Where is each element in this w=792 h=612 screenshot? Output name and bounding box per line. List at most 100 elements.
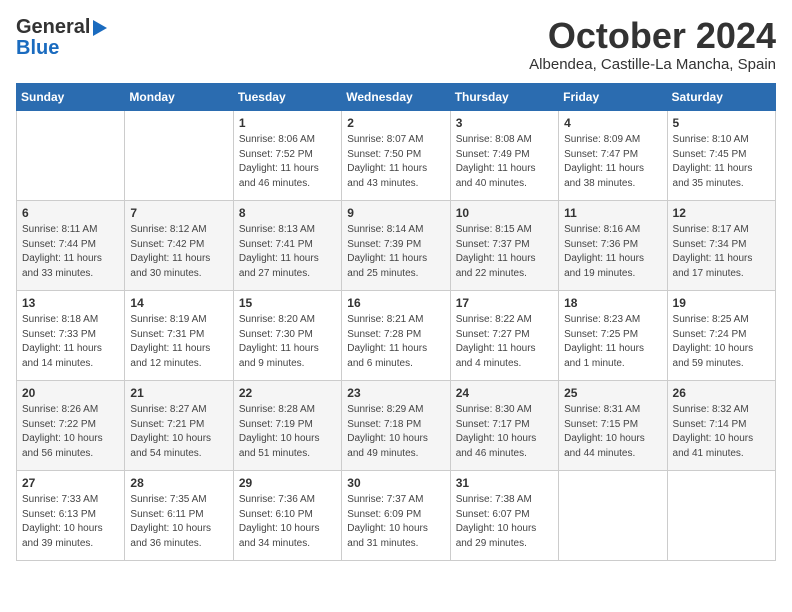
calendar-cell: 2Sunrise: 8:07 AM Sunset: 7:50 PM Daylig…	[342, 110, 450, 200]
day-number: 16	[347, 295, 444, 312]
day-number: 21	[130, 385, 227, 402]
calendar-cell	[559, 470, 667, 560]
day-number: 3	[456, 115, 553, 132]
day-number: 27	[22, 475, 119, 492]
day-number: 2	[347, 115, 444, 132]
day-number: 4	[564, 115, 661, 132]
header-day-wednesday: Wednesday	[342, 83, 450, 110]
calendar-cell: 14Sunrise: 8:19 AM Sunset: 7:31 PM Dayli…	[125, 290, 233, 380]
day-info: Sunrise: 8:28 AM Sunset: 7:19 PM Dayligh…	[239, 403, 336, 461]
calendar-cell: 5Sunrise: 8:10 AM Sunset: 7:45 PM Daylig…	[667, 110, 775, 200]
day-info: Sunrise: 8:13 AM Sunset: 7:41 PM Dayligh…	[239, 223, 336, 281]
calendar-cell: 22Sunrise: 8:28 AM Sunset: 7:19 PM Dayli…	[233, 380, 341, 470]
location-title: Albendea, Castille-La Mancha, Spain	[529, 56, 776, 73]
day-info: Sunrise: 8:22 AM Sunset: 7:27 PM Dayligh…	[456, 313, 553, 371]
calendar: SundayMondayTuesdayWednesdayThursdayFrid…	[16, 83, 776, 561]
calendar-cell: 31Sunrise: 7:38 AM Sunset: 6:07 PM Dayli…	[450, 470, 558, 560]
day-number: 12	[673, 205, 770, 222]
calendar-cell: 16Sunrise: 8:21 AM Sunset: 7:28 PM Dayli…	[342, 290, 450, 380]
day-info: Sunrise: 8:18 AM Sunset: 7:33 PM Dayligh…	[22, 313, 119, 371]
day-number: 11	[564, 205, 661, 222]
day-info: Sunrise: 8:29 AM Sunset: 7:18 PM Dayligh…	[347, 403, 444, 461]
logo: General Blue	[16, 16, 108, 60]
day-info: Sunrise: 8:20 AM Sunset: 7:30 PM Dayligh…	[239, 313, 336, 371]
day-number: 28	[130, 475, 227, 492]
day-number: 15	[239, 295, 336, 312]
day-info: Sunrise: 8:08 AM Sunset: 7:49 PM Dayligh…	[456, 133, 553, 191]
calendar-cell: 4Sunrise: 8:09 AM Sunset: 7:47 PM Daylig…	[559, 110, 667, 200]
day-info: Sunrise: 8:31 AM Sunset: 7:15 PM Dayligh…	[564, 403, 661, 461]
day-info: Sunrise: 8:10 AM Sunset: 7:45 PM Dayligh…	[673, 133, 770, 191]
day-info: Sunrise: 8:12 AM Sunset: 7:42 PM Dayligh…	[130, 223, 227, 281]
calendar-cell: 24Sunrise: 8:30 AM Sunset: 7:17 PM Dayli…	[450, 380, 558, 470]
day-number: 31	[456, 475, 553, 492]
day-info: Sunrise: 7:38 AM Sunset: 6:07 PM Dayligh…	[456, 493, 553, 551]
calendar-cell: 23Sunrise: 8:29 AM Sunset: 7:18 PM Dayli…	[342, 380, 450, 470]
day-info: Sunrise: 8:07 AM Sunset: 7:50 PM Dayligh…	[347, 133, 444, 191]
day-number: 14	[130, 295, 227, 312]
header-day-monday: Monday	[125, 83, 233, 110]
calendar-cell: 19Sunrise: 8:25 AM Sunset: 7:24 PM Dayli…	[667, 290, 775, 380]
calendar-cell: 9Sunrise: 8:14 AM Sunset: 7:39 PM Daylig…	[342, 200, 450, 290]
calendar-cell	[667, 470, 775, 560]
day-number: 7	[130, 205, 227, 222]
calendar-cell: 1Sunrise: 8:06 AM Sunset: 7:52 PM Daylig…	[233, 110, 341, 200]
calendar-cell: 7Sunrise: 8:12 AM Sunset: 7:42 PM Daylig…	[125, 200, 233, 290]
calendar-cell: 17Sunrise: 8:22 AM Sunset: 7:27 PM Dayli…	[450, 290, 558, 380]
day-info: Sunrise: 8:06 AM Sunset: 7:52 PM Dayligh…	[239, 133, 336, 191]
day-info: Sunrise: 8:19 AM Sunset: 7:31 PM Dayligh…	[130, 313, 227, 371]
calendar-cell: 28Sunrise: 7:35 AM Sunset: 6:11 PM Dayli…	[125, 470, 233, 560]
calendar-cell: 20Sunrise: 8:26 AM Sunset: 7:22 PM Dayli…	[17, 380, 125, 470]
day-info: Sunrise: 8:30 AM Sunset: 7:17 PM Dayligh…	[456, 403, 553, 461]
calendar-cell: 26Sunrise: 8:32 AM Sunset: 7:14 PM Dayli…	[667, 380, 775, 470]
day-number: 23	[347, 385, 444, 402]
day-info: Sunrise: 8:15 AM Sunset: 7:37 PM Dayligh…	[456, 223, 553, 281]
day-info: Sunrise: 8:09 AM Sunset: 7:47 PM Dayligh…	[564, 133, 661, 191]
calendar-cell: 29Sunrise: 7:36 AM Sunset: 6:10 PM Dayli…	[233, 470, 341, 560]
day-number: 6	[22, 205, 119, 222]
calendar-cell: 12Sunrise: 8:17 AM Sunset: 7:34 PM Dayli…	[667, 200, 775, 290]
day-info: Sunrise: 8:14 AM Sunset: 7:39 PM Dayligh…	[347, 223, 444, 281]
calendar-cell: 6Sunrise: 8:11 AM Sunset: 7:44 PM Daylig…	[17, 200, 125, 290]
day-number: 9	[347, 205, 444, 222]
calendar-cell: 15Sunrise: 8:20 AM Sunset: 7:30 PM Dayli…	[233, 290, 341, 380]
day-number: 29	[239, 475, 336, 492]
calendar-cell	[17, 110, 125, 200]
calendar-cell	[125, 110, 233, 200]
header-day-thursday: Thursday	[450, 83, 558, 110]
calendar-cell: 30Sunrise: 7:37 AM Sunset: 6:09 PM Dayli…	[342, 470, 450, 560]
calendar-cell: 25Sunrise: 8:31 AM Sunset: 7:15 PM Dayli…	[559, 380, 667, 470]
day-number: 22	[239, 385, 336, 402]
calendar-cell: 18Sunrise: 8:23 AM Sunset: 7:25 PM Dayli…	[559, 290, 667, 380]
calendar-cell: 27Sunrise: 7:33 AM Sunset: 6:13 PM Dayli…	[17, 470, 125, 560]
day-number: 1	[239, 115, 336, 132]
day-number: 10	[456, 205, 553, 222]
header-day-sunday: Sunday	[17, 83, 125, 110]
day-info: Sunrise: 7:36 AM Sunset: 6:10 PM Dayligh…	[239, 493, 336, 551]
day-info: Sunrise: 8:32 AM Sunset: 7:14 PM Dayligh…	[673, 403, 770, 461]
day-info: Sunrise: 8:16 AM Sunset: 7:36 PM Dayligh…	[564, 223, 661, 281]
day-number: 13	[22, 295, 119, 312]
day-info: Sunrise: 7:33 AM Sunset: 6:13 PM Dayligh…	[22, 493, 119, 551]
day-number: 25	[564, 385, 661, 402]
header-day-tuesday: Tuesday	[233, 83, 341, 110]
calendar-cell: 8Sunrise: 8:13 AM Sunset: 7:41 PM Daylig…	[233, 200, 341, 290]
day-number: 17	[456, 295, 553, 312]
day-info: Sunrise: 7:35 AM Sunset: 6:11 PM Dayligh…	[130, 493, 227, 551]
day-number: 30	[347, 475, 444, 492]
day-number: 24	[456, 385, 553, 402]
calendar-cell: 10Sunrise: 8:15 AM Sunset: 7:37 PM Dayli…	[450, 200, 558, 290]
calendar-cell: 13Sunrise: 8:18 AM Sunset: 7:33 PM Dayli…	[17, 290, 125, 380]
header-day-saturday: Saturday	[667, 83, 775, 110]
day-info: Sunrise: 8:21 AM Sunset: 7:28 PM Dayligh…	[347, 313, 444, 371]
day-info: Sunrise: 8:17 AM Sunset: 7:34 PM Dayligh…	[673, 223, 770, 281]
day-number: 20	[22, 385, 119, 402]
day-number: 5	[673, 115, 770, 132]
day-info: Sunrise: 8:23 AM Sunset: 7:25 PM Dayligh…	[564, 313, 661, 371]
month-title: October 2024	[529, 16, 776, 56]
day-info: Sunrise: 8:26 AM Sunset: 7:22 PM Dayligh…	[22, 403, 119, 461]
day-info: Sunrise: 7:37 AM Sunset: 6:09 PM Dayligh…	[347, 493, 444, 551]
day-info: Sunrise: 8:27 AM Sunset: 7:21 PM Dayligh…	[130, 403, 227, 461]
calendar-cell: 21Sunrise: 8:27 AM Sunset: 7:21 PM Dayli…	[125, 380, 233, 470]
day-number: 18	[564, 295, 661, 312]
